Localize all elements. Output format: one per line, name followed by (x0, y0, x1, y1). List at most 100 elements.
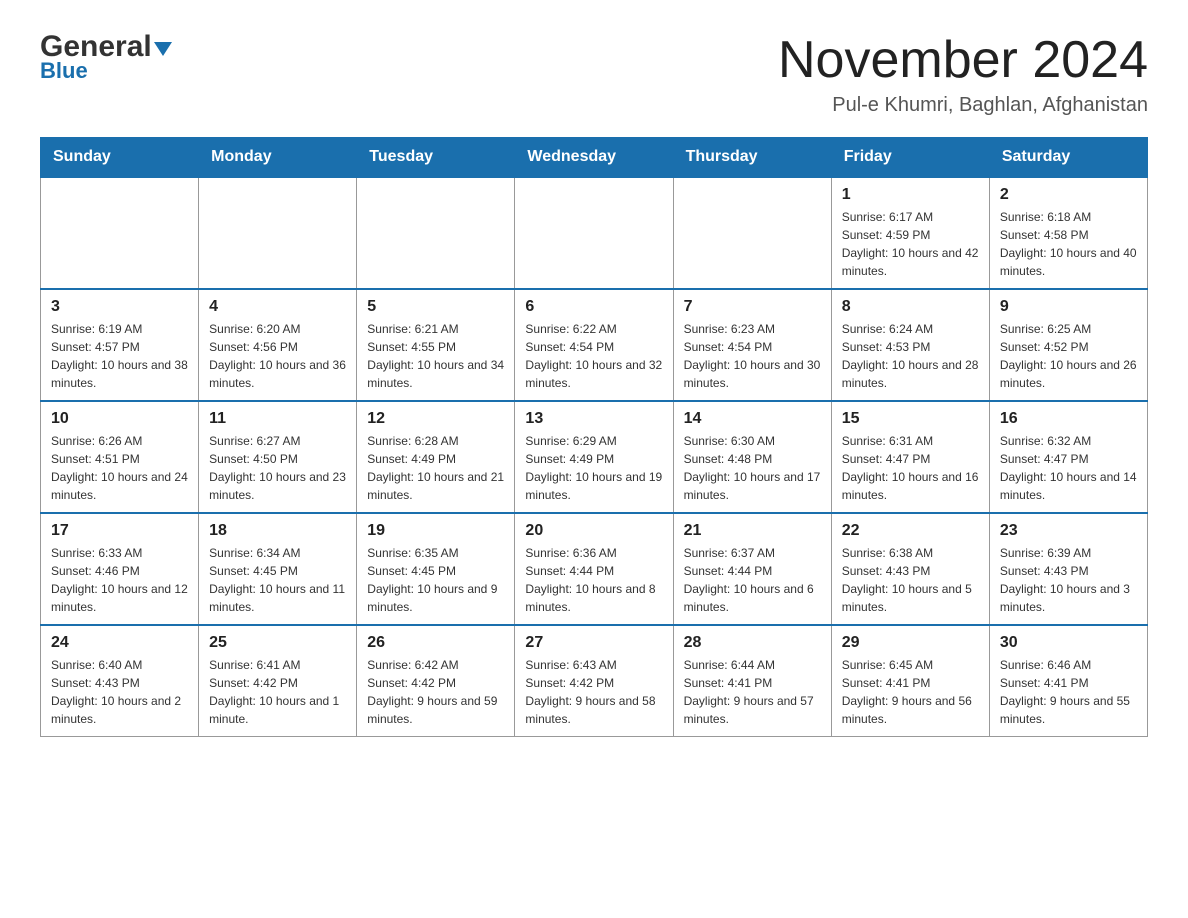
day-number: 7 (684, 298, 821, 316)
table-row: 21 Sunrise: 6:37 AMSunset: 4:44 PMDayligh… (673, 513, 831, 625)
logo-triangle-icon (154, 42, 172, 56)
day-number: 12 (367, 410, 504, 428)
calendar-week-row: 10 Sunrise: 6:26 AMSunset: 4:51 PMDayligh… (41, 401, 1148, 513)
day-info: Sunrise: 6:44 AMSunset: 4:41 PMDaylight:… (684, 656, 821, 728)
day-info: Sunrise: 6:29 AMSunset: 4:49 PMDaylight:… (525, 432, 662, 504)
table-row: 28 Sunrise: 6:44 AMSunset: 4:41 PMDayligh… (673, 625, 831, 737)
table-row: 16 Sunrise: 6:32 AMSunset: 4:47 PMDayligh… (989, 401, 1147, 513)
calendar-week-row: 24Sunrise: 6:40 AMSunset: 4:43 PMDayligh… (41, 625, 1148, 737)
header-wednesday: Wednesday (515, 138, 673, 178)
day-info: Sunrise: 6:24 AMSunset: 4:53 PMDaylight:… (842, 320, 979, 392)
day-info: Sunrise: 6:37 AMSunset: 4:44 PMDaylight:… (684, 544, 821, 616)
table-row: 12 Sunrise: 6:28 AMSunset: 4:49 PMDayligh… (357, 401, 515, 513)
day-number: 28 (684, 634, 821, 652)
day-info: Sunrise: 6:20 AMSunset: 4:56 PMDaylight:… (209, 320, 346, 392)
day-number: 20 (525, 522, 662, 540)
day-number: 21 (684, 522, 821, 540)
day-info: Sunrise: 6:26 AMSunset: 4:51 PMDaylight:… (51, 432, 188, 504)
table-row (673, 177, 831, 289)
day-number: 30 (1000, 634, 1137, 652)
logo-line2: Blue (40, 58, 88, 84)
day-number: 3 (51, 298, 188, 316)
table-row: 22 Sunrise: 6:38 AMSunset: 4:43 PMDayligh… (831, 513, 989, 625)
day-info: Sunrise: 6:28 AMSunset: 4:49 PMDaylight:… (367, 432, 504, 504)
day-info: Sunrise: 6:30 AMSunset: 4:48 PMDaylight:… (684, 432, 821, 504)
calendar-week-row: 3Sunrise: 6:19 AMSunset: 4:57 PMDaylight… (41, 289, 1148, 401)
table-row: 8Sunrise: 6:24 AMSunset: 4:53 PMDaylight… (831, 289, 989, 401)
table-row: 25Sunrise: 6:41 AMSunset: 4:42 PMDayligh… (199, 625, 357, 737)
table-row: 29 Sunrise: 6:45 AMSunset: 4:41 PMDayligh… (831, 625, 989, 737)
table-row: 11 Sunrise: 6:27 AMSunset: 4:50 PMDayligh… (199, 401, 357, 513)
day-info: Sunrise: 6:39 AMSunset: 4:43 PMDaylight:… (1000, 544, 1137, 616)
day-info: Sunrise: 6:42 AMSunset: 4:42 PMDaylight:… (367, 656, 504, 728)
day-info: Sunrise: 6:22 AMSunset: 4:54 PMDaylight:… (525, 320, 662, 392)
table-row: 27 Sunrise: 6:43 AMSunset: 4:42 PMDayligh… (515, 625, 673, 737)
table-row: 17 Sunrise: 6:33 AMSunset: 4:46 PMDayligh… (41, 513, 199, 625)
day-number: 15 (842, 410, 979, 428)
day-number: 10 (51, 410, 188, 428)
day-number: 27 (525, 634, 662, 652)
table-row: 1 Sunrise: 6:17 AMSunset: 4:59 PMDaylight… (831, 177, 989, 289)
day-number: 17 (51, 522, 188, 540)
day-number: 2 (1000, 186, 1137, 204)
day-number: 5 (367, 298, 504, 316)
table-row: 10 Sunrise: 6:26 AMSunset: 4:51 PMDayligh… (41, 401, 199, 513)
day-info: Sunrise: 6:23 AMSunset: 4:54 PMDaylight:… (684, 320, 821, 392)
day-info: Sunrise: 6:32 AMSunset: 4:47 PMDaylight:… (1000, 432, 1137, 504)
table-row: 2Sunrise: 6:18 AMSunset: 4:58 PMDaylight… (989, 177, 1147, 289)
table-row: 14 Sunrise: 6:30 AMSunset: 4:48 PMDayligh… (673, 401, 831, 513)
table-row: 20 Sunrise: 6:36 AMSunset: 4:44 PMDayligh… (515, 513, 673, 625)
table-row: 15Sunrise: 6:31 AMSunset: 4:47 PMDayligh… (831, 401, 989, 513)
table-row (357, 177, 515, 289)
table-row: 6 Sunrise: 6:22 AMSunset: 4:54 PMDaylight… (515, 289, 673, 401)
day-number: 22 (842, 522, 979, 540)
day-info: Sunrise: 6:40 AMSunset: 4:43 PMDaylight:… (51, 656, 188, 728)
header-friday: Friday (831, 138, 989, 178)
day-info: Sunrise: 6:27 AMSunset: 4:50 PMDaylight:… (209, 432, 346, 504)
day-info: Sunrise: 6:36 AMSunset: 4:44 PMDaylight:… (525, 544, 662, 616)
table-row (515, 177, 673, 289)
logo: General Blue (40, 30, 172, 84)
day-number: 11 (209, 410, 346, 428)
table-row: 23 Sunrise: 6:39 AMSunset: 4:43 PMDayligh… (989, 513, 1147, 625)
day-number: 16 (1000, 410, 1137, 428)
table-row: 4 Sunrise: 6:20 AMSunset: 4:56 PMDaylight… (199, 289, 357, 401)
table-row: 30 Sunrise: 6:46 AMSunset: 4:41 PMDayligh… (989, 625, 1147, 737)
day-info: Sunrise: 6:17 AMSunset: 4:59 PMDaylight:… (842, 208, 979, 280)
table-row: 24Sunrise: 6:40 AMSunset: 4:43 PMDayligh… (41, 625, 199, 737)
day-info: Sunrise: 6:43 AMSunset: 4:42 PMDaylight:… (525, 656, 662, 728)
day-number: 23 (1000, 522, 1137, 540)
table-row: 5 Sunrise: 6:21 AMSunset: 4:55 PMDaylight… (357, 289, 515, 401)
table-row: 19Sunrise: 6:35 AMSunset: 4:45 PMDayligh… (357, 513, 515, 625)
day-info: Sunrise: 6:41 AMSunset: 4:42 PMDaylight:… (209, 656, 346, 728)
title-section: November 2024 Pul-e Khumri, Baghlan, Afg… (778, 30, 1148, 117)
table-row (199, 177, 357, 289)
day-info: Sunrise: 6:33 AMSunset: 4:46 PMDaylight:… (51, 544, 188, 616)
day-number: 26 (367, 634, 504, 652)
header-thursday: Thursday (673, 138, 831, 178)
day-info: Sunrise: 6:25 AMSunset: 4:52 PMDaylight:… (1000, 320, 1137, 392)
day-info: Sunrise: 6:45 AMSunset: 4:41 PMDaylight:… (842, 656, 979, 728)
table-row: 9Sunrise: 6:25 AMSunset: 4:52 PMDaylight… (989, 289, 1147, 401)
day-number: 14 (684, 410, 821, 428)
table-row: 18Sunrise: 6:34 AMSunset: 4:45 PMDayligh… (199, 513, 357, 625)
table-row (41, 177, 199, 289)
day-info: Sunrise: 6:46 AMSunset: 4:41 PMDaylight:… (1000, 656, 1137, 728)
table-row: 3Sunrise: 6:19 AMSunset: 4:57 PMDaylight… (41, 289, 199, 401)
day-info: Sunrise: 6:34 AMSunset: 4:45 PMDaylight:… (209, 544, 346, 616)
location-subtitle: Pul-e Khumri, Baghlan, Afghanistan (778, 94, 1148, 117)
table-row: 7 Sunrise: 6:23 AMSunset: 4:54 PMDaylight… (673, 289, 831, 401)
day-number: 29 (842, 634, 979, 652)
calendar-week-row: 17 Sunrise: 6:33 AMSunset: 4:46 PMDayligh… (41, 513, 1148, 625)
day-info: Sunrise: 6:38 AMSunset: 4:43 PMDaylight:… (842, 544, 979, 616)
day-number: 4 (209, 298, 346, 316)
day-number: 13 (525, 410, 662, 428)
calendar-week-row: 1 Sunrise: 6:17 AMSunset: 4:59 PMDaylight… (41, 177, 1148, 289)
day-info: Sunrise: 6:21 AMSunset: 4:55 PMDaylight:… (367, 320, 504, 392)
header-sunday: Sunday (41, 138, 199, 178)
day-info: Sunrise: 6:35 AMSunset: 4:45 PMDaylight:… (367, 544, 504, 616)
month-title: November 2024 (778, 30, 1148, 90)
logo-blue-text: Blue (40, 58, 88, 84)
day-number: 1 (842, 186, 979, 204)
day-number: 6 (525, 298, 662, 316)
